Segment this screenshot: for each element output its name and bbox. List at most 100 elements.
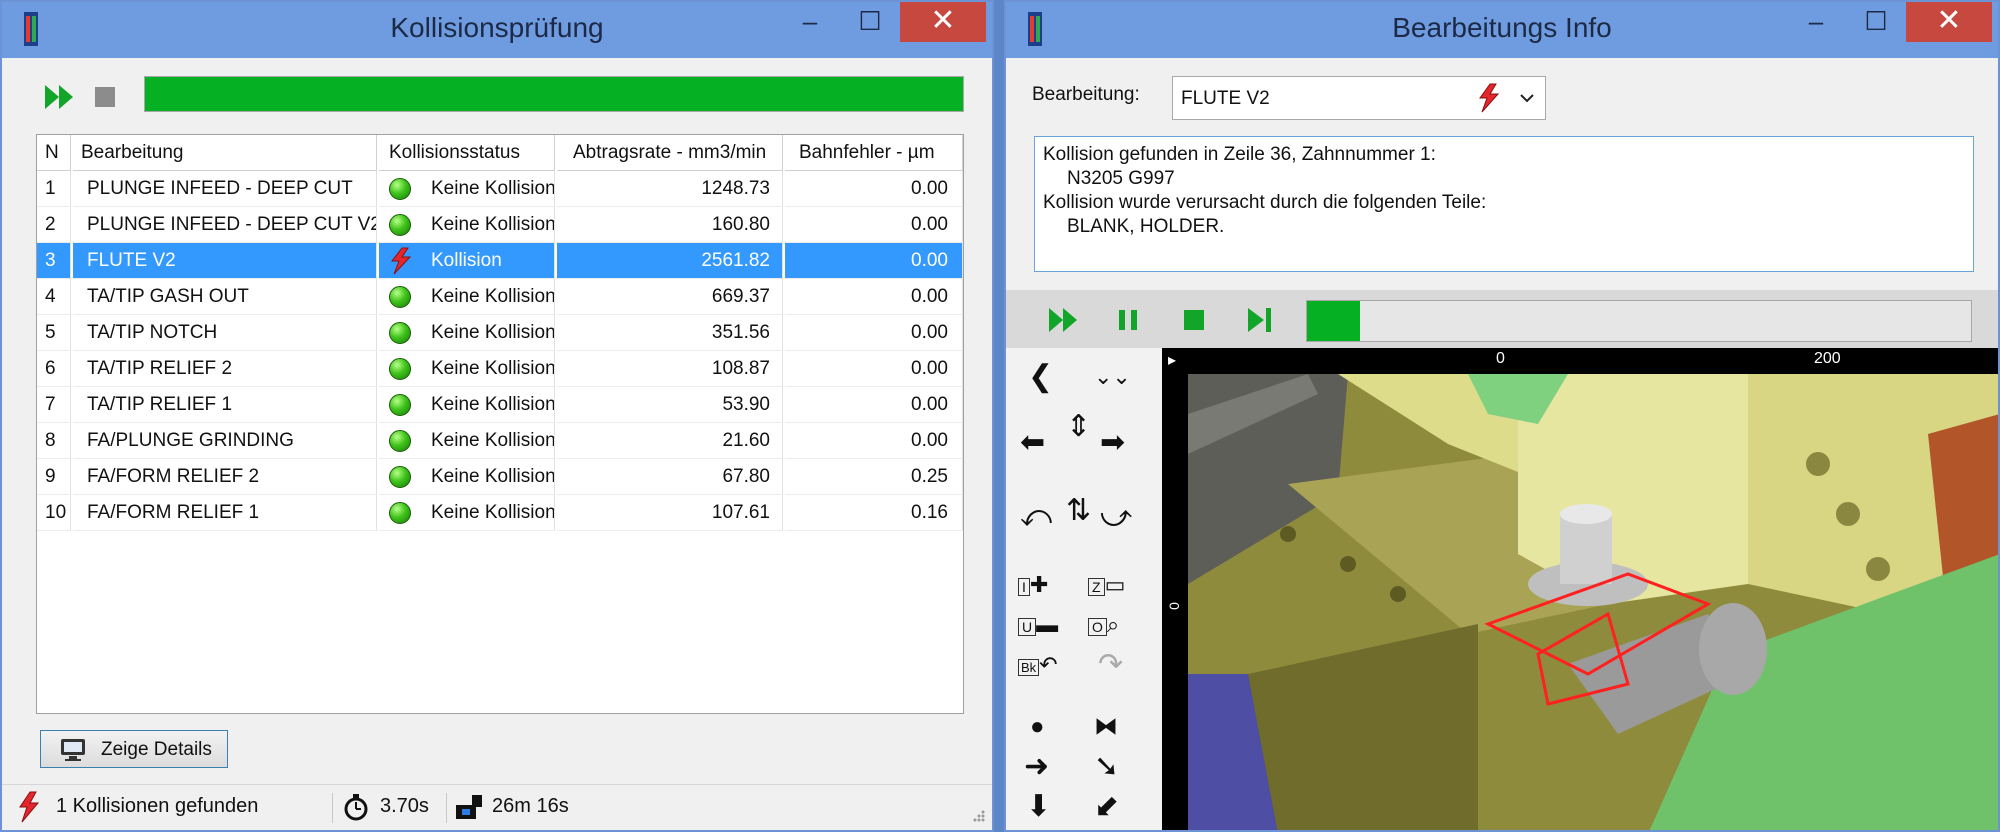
- col-header-n[interactable]: N: [37, 135, 71, 171]
- minimize-button[interactable]: –: [780, 2, 840, 42]
- check-progress-fill: [145, 77, 963, 111]
- zoom-in-icon[interactable]: I ✚: [1018, 570, 1048, 602]
- close-button[interactable]: ✕: [1906, 2, 1992, 42]
- collision-status-cell: Keine Kollision: [379, 459, 555, 495]
- maximize-button[interactable]: ☐: [1846, 2, 1906, 42]
- table-row[interactable]: 9 FA/FORM RELIEF 2 Keine Kollision 67.80 0.2…: [37, 459, 963, 495]
- col-header-bahnfehler[interactable]: Bahnfehler - µm: [785, 135, 963, 171]
- arrow-down-right-icon[interactable]: ➘: [1094, 752, 1119, 782]
- simulation-progress-fill: [1307, 301, 1361, 341]
- collision-status-label: Keine Kollision: [431, 430, 555, 451]
- 3d-viewer[interactable]: ❮ ⌄⌄ ⬅ ⇕ ➡ ⤺ ⇅ ⤻ I ✚ Z ▭ U ▬ O ⌕ Bk ↶ ↷ ● ⧓ ➜…: [1006, 348, 1998, 830]
- show-details-label: Zeige Details: [101, 739, 212, 760]
- zoom-out-icon[interactable]: U ▬: [1018, 610, 1058, 642]
- pan-vertical-icon[interactable]: ⇕: [1066, 412, 1091, 442]
- table-row[interactable]: 7 TA/TIP RELIEF 1 Keine Kollision 53.90 0.00: [37, 387, 963, 423]
- col-header-bearbeitung[interactable]: Bearbeitung: [73, 135, 377, 171]
- collision-bolt-icon: [390, 247, 412, 275]
- arrow-down-icon[interactable]: ⬇: [1026, 792, 1051, 822]
- maximize-button[interactable]: ☐: [840, 2, 900, 42]
- path-error: 0.00: [785, 387, 963, 423]
- rotate-left-icon[interactable]: ⤺: [1020, 502, 1052, 532]
- operation-name: FA/PLUNGE GRINDING: [73, 423, 377, 459]
- expand-down-icon[interactable]: ⌄⌄: [1094, 362, 1131, 392]
- table-row[interactable]: 6 TA/TIP RELIEF 2 Keine Kollision 108.87 0.0…: [37, 351, 963, 387]
- collision-status-cell: Keine Kollision: [379, 279, 555, 315]
- zoom-fit-key-label: O: [1088, 618, 1107, 636]
- pause-icon[interactable]: [1116, 308, 1140, 332]
- table-row[interactable]: 1 PLUNGE INFEED - DEEP CUT Keine Kollision…: [37, 171, 963, 207]
- step-forward-icon[interactable]: [1246, 306, 1274, 334]
- collision-status-label: Keine Kollision: [431, 502, 555, 523]
- row-number: 6: [37, 351, 71, 387]
- collision-bolt-icon: [1479, 83, 1500, 113]
- row-number: 2: [37, 207, 71, 243]
- run-icon[interactable]: [44, 82, 76, 112]
- title-bar[interactable]: Bearbeitungs Info – ☐ ✕: [1006, 2, 1998, 58]
- mirror-view-icon[interactable]: ⧓: [1094, 712, 1118, 742]
- collision-status-label: Keine Kollision: [431, 358, 555, 379]
- pan-right-icon[interactable]: ➡: [1100, 428, 1125, 458]
- status-ok-icon: [389, 178, 411, 200]
- col-header-kollisionsstatus[interactable]: Kollisionsstatus: [379, 135, 555, 171]
- zoom-window-icon[interactable]: Z ▭: [1088, 570, 1125, 602]
- undo-view-icon[interactable]: Bk ↶: [1018, 650, 1058, 683]
- col-header-abtragsrate[interactable]: Abtragsrate - mm3/min: [557, 135, 783, 171]
- row-number: 5: [37, 315, 71, 351]
- machine-scene[interactable]: [1188, 374, 1998, 830]
- title-bar[interactable]: Kollisionsprüfung – ☐ ✕: [2, 2, 992, 58]
- path-error: 0.25: [785, 459, 963, 495]
- collision-status-cell: Keine Kollision: [379, 351, 555, 387]
- stop-icon[interactable]: [94, 86, 116, 108]
- table-row[interactable]: 8 FA/PLUNGE GRINDING Keine Kollision 21.60 0…: [37, 423, 963, 459]
- view-controls-sidebar: ❮ ⌄⌄ ⬅ ⇕ ➡ ⤺ ⇅ ⤻ I ✚ Z ▭ U ▬ O ⌕ Bk ↶ ↷ ● ⧓ ➜…: [1006, 348, 1162, 830]
- zoom-in-key-label: I: [1018, 578, 1030, 596]
- zoom-window-key-label: Z: [1088, 578, 1105, 596]
- table-row[interactable]: 2 PLUNGE INFEED - DEEP CUT V2 Keine Kollis…: [37, 207, 963, 243]
- message-line-4: BLANK, HOLDER.: [1067, 216, 1225, 237]
- removal-rate: 351.56: [557, 315, 783, 351]
- operation-select-value: FLUTE V2: [1181, 88, 1270, 109]
- pan-left-icon[interactable]: ⬅: [1020, 428, 1045, 458]
- rotate-right-icon[interactable]: ⤻: [1100, 502, 1132, 532]
- table-row[interactable]: 10 FA/FORM RELIEF 1 Keine Kollision 107.61 0…: [37, 495, 963, 531]
- run-icon[interactable]: [1048, 306, 1080, 334]
- close-button[interactable]: ✕: [900, 2, 986, 42]
- row-number: 4: [37, 279, 71, 315]
- status-duration: 26m 16s: [492, 795, 569, 817]
- removal-rate: 67.80: [557, 459, 783, 495]
- removal-rate: 21.60: [557, 423, 783, 459]
- chevron-down-icon[interactable]: [1519, 91, 1535, 105]
- operations-table[interactable]: N Bearbeitung Kollisionsstatus Abtragsra…: [36, 134, 964, 714]
- operation-name: FLUTE V2: [73, 243, 377, 279]
- show-details-button[interactable]: Zeige Details: [40, 730, 228, 768]
- path-error: 0.00: [785, 279, 963, 315]
- row-number: 3: [37, 243, 71, 279]
- operation-name: FA/FORM RELIEF 1: [73, 495, 377, 531]
- collision-status-cell: Keine Kollision: [379, 315, 555, 351]
- minimize-button[interactable]: –: [1786, 2, 1846, 42]
- operation-name: PLUNGE INFEED - DEEP CUT: [73, 171, 377, 207]
- resize-grip-icon[interactable]: [970, 807, 986, 823]
- collision-message-box[interactable]: Kollision gefunden in Zeile 36, Zahnnumm…: [1034, 136, 1974, 272]
- status-ok-icon: [389, 502, 411, 524]
- arrow-down-left-icon[interactable]: ⬋: [1094, 792, 1119, 822]
- collapse-left-icon[interactable]: ❮: [1028, 362, 1053, 392]
- rotate-vertical-icon[interactable]: ⇅: [1066, 496, 1091, 526]
- monitor-icon: [61, 739, 85, 761]
- table-row[interactable]: 5 TA/TIP NOTCH Keine Kollision 351.56 0.00: [37, 315, 963, 351]
- operation-select[interactable]: FLUTE V2: [1172, 76, 1546, 120]
- center-point-icon[interactable]: ●: [1030, 712, 1045, 742]
- collision-status-label: Keine Kollision: [431, 466, 555, 487]
- collision-status-label: Keine Kollision: [431, 214, 555, 235]
- arrow-right-icon[interactable]: ➜: [1024, 752, 1049, 782]
- redo-view-icon[interactable]: ↷: [1098, 650, 1123, 680]
- check-progress-bar: [144, 76, 964, 112]
- table-row[interactable]: 3 FLUTE V2 Kollision 2561.82 0.00: [37, 243, 963, 279]
- zoom-fit-icon[interactable]: O ⌕: [1088, 610, 1119, 642]
- message-line-2: N3205 G997: [1067, 168, 1175, 189]
- collision-status-label: Keine Kollision: [431, 178, 555, 199]
- message-line-1: Kollision gefunden in Zeile 36, Zahnnumm…: [1043, 144, 1436, 165]
- table-row[interactable]: 4 TA/TIP GASH OUT Keine Kollision 669.37 0.0…: [37, 279, 963, 315]
- stop-icon[interactable]: [1182, 308, 1206, 332]
